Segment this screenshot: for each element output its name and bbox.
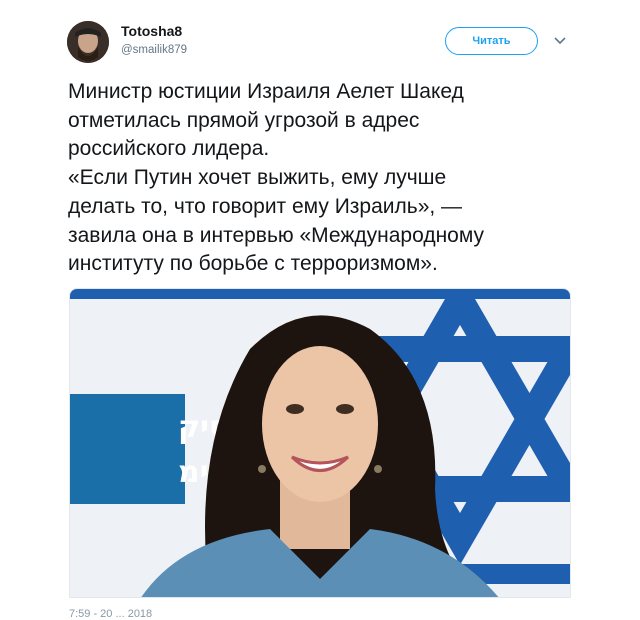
tweet-text-line: Министр юстиции Израиля Аелет Шакед	[68, 80, 464, 103]
tweet-photo[interactable]: מפסיק הימ	[69, 288, 571, 598]
tweet-text-line: отметилась прямой угрозой в адрес	[68, 108, 420, 132]
follow-button[interactable]: Читать	[445, 27, 538, 55]
face	[262, 346, 378, 502]
flag-stripe	[70, 289, 570, 299]
author-name[interactable]: Totosha8	[121, 23, 182, 39]
avatar[interactable]	[67, 21, 109, 63]
chevron-down-icon[interactable]	[553, 34, 567, 46]
tweet-text-line: «Если Путин хочет выжить, ему лучше	[68, 166, 447, 190]
author-handle[interactable]: @smailik879	[121, 44, 187, 56]
campaign-sign	[70, 394, 185, 504]
tweet-text-line: институту по борьбе с терроризмом».	[68, 252, 438, 276]
tweet-timestamp[interactable]: 7:59 - 20 ... 2018	[69, 608, 152, 620]
tweet-text: Министр юстиции Израиля Аелет Шакед отме…	[68, 78, 568, 279]
tweet-text-line: делать то, что говорит ему Израиль», —	[68, 194, 463, 218]
tweet-text-line: российского лидера.	[68, 137, 270, 161]
tweet-text-line: завила она в интервью «Международному	[68, 223, 485, 247]
